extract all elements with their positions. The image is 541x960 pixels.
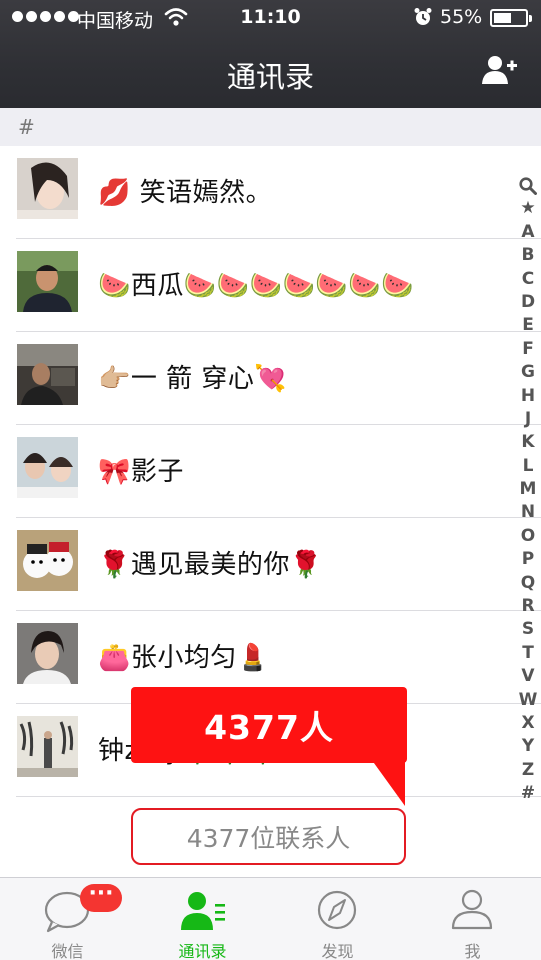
index-letter[interactable]: Y [514,735,541,758]
tab-label: 发现 [321,942,354,960]
avatar [17,716,78,777]
avatar [17,623,78,684]
status-bar: 中国移动 11:10 55% [0,0,541,36]
index-letter[interactable]: B [514,244,541,267]
tab-bar: ··· 微信 通讯录 发现 我 [0,877,541,960]
tab-label: 通讯录 [178,942,227,960]
alarm-icon [413,7,433,32]
contact-name: 🍉西瓜🍉🍉🍉🍉🍉🍉🍉 [98,271,414,301]
index-letter[interactable]: P [514,548,541,571]
index-letter[interactable]: L [514,455,541,478]
tab-chats[interactable]: ··· 微信 [0,878,135,960]
avatar [17,530,78,591]
index-letter[interactable]: K [514,431,541,454]
contacts-icon [135,886,270,934]
contact-name: 👛张小均匀💄 [98,643,270,673]
contact-name: 🌹遇见最美的你🌹 [98,550,323,580]
contact-name: 👉🏼一 箭 穿心💘 [98,364,288,394]
index-letter[interactable]: R [514,595,541,618]
unread-badge: ··· [80,883,122,912]
count-callout: 4377人 [131,687,407,763]
index-letter[interactable]: D [514,291,541,314]
index-letter[interactable]: O [514,525,541,548]
tab-label: 微信 [51,942,84,960]
index-letter[interactable]: G [514,361,541,384]
index-letter[interactable]: E [514,314,541,337]
alphabet-index[interactable]: ★ A B C D E F G H J K L M N O P Q R S T V W X Y Z # [514,174,541,806]
index-letter[interactable]: J [514,408,541,431]
tab-me[interactable]: 我 [405,878,540,960]
search-icon[interactable] [514,174,541,197]
avatar [17,344,78,405]
index-letter[interactable]: ★ [514,197,541,220]
battery-percent: 55% [440,6,483,28]
compass-icon [270,886,405,934]
index-letter[interactable]: T [514,642,541,665]
contact-count: 4377位联系人 [131,808,406,865]
index-letter[interactable]: H [514,385,541,408]
battery-icon [490,9,532,27]
index-letter[interactable]: X [514,712,541,735]
page-title: 通讯录 [226,60,314,94]
avatar [17,158,78,219]
nav-header: 中国移动 11:10 55% 通讯录 [0,0,541,108]
tab-contacts[interactable]: 通讯录 [135,878,270,960]
index-letter[interactable]: Z [514,759,541,782]
avatar [17,437,78,498]
index-letter[interactable]: F [514,338,541,361]
contact-row[interactable]: 👉🏼一 箭 穿心💘 [0,332,541,425]
tab-label: 我 [464,942,481,960]
person-icon [405,886,540,934]
section-header: # [0,108,541,146]
index-letter[interactable]: W [514,689,541,712]
index-letter[interactable]: S [514,618,541,641]
index-letter[interactable]: A [514,221,541,244]
index-letter[interactable]: M [514,478,541,501]
tab-discover[interactable]: 发现 [270,878,405,960]
contact-row[interactable]: 💋 笑语嫣然。 [0,146,541,239]
index-letter[interactable]: V [514,665,541,688]
contact-row[interactable]: 🍉西瓜🍉🍉🍉🍉🍉🍉🍉 [0,239,541,332]
add-friend-icon[interactable] [482,55,518,89]
index-letter[interactable]: Q [514,572,541,595]
avatar [17,251,78,312]
index-letter[interactable]: # [514,782,541,805]
index-letter[interactable]: N [514,501,541,524]
contact-row[interactable]: 🌹遇见最美的你🌹 [0,518,541,611]
contact-name: 💋 笑语嫣然。 [98,178,273,208]
index-letter[interactable]: C [514,268,541,291]
contact-name: 🎀影子 [98,457,184,487]
contact-row[interactable]: 🎀影子 [0,425,541,518]
